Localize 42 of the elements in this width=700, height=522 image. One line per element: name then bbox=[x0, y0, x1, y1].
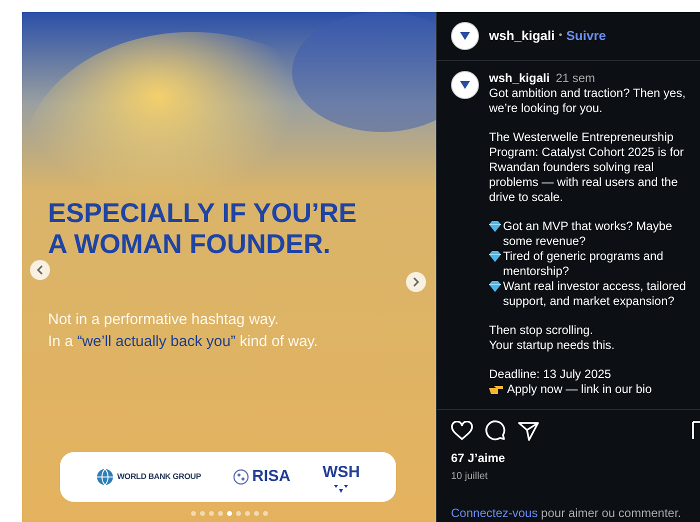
caption-text: Then stop scrolling. bbox=[489, 322, 594, 338]
username[interactable]: wsh_kigali bbox=[489, 70, 550, 86]
caption-text: Got an MVP that works? Maybe some revenue? bbox=[503, 218, 674, 249]
username[interactable]: wsh_kigali bbox=[489, 26, 555, 46]
caption-text: Deadline: 13 July 2025 bbox=[489, 366, 612, 382]
login-prompt: pour aimer ou commenter. bbox=[540, 506, 682, 520]
bookmark-icon[interactable] bbox=[692, 420, 700, 440]
network-icon bbox=[233, 469, 250, 485]
avatar[interactable] bbox=[451, 70, 479, 99]
login-link[interactable]: Connectez-vous bbox=[451, 506, 538, 520]
caption-text: The Westerwelle Entrepreneurship Program: Catalyst Cohort 2025 is for Rwandan founders solving real problems — with real users and the drive to scale. bbox=[489, 130, 685, 205]
triangle-icon bbox=[460, 80, 470, 89]
triangle-icon bbox=[334, 485, 348, 493]
gem-icon bbox=[489, 280, 501, 292]
separator-dot: • bbox=[558, 29, 562, 44]
send-icon[interactable] bbox=[518, 420, 539, 440]
subtitle-line: In a “we’ll actually back you” kind of way. bbox=[48, 332, 318, 352]
headline-line: ESPECIALLY IF YOU’RE bbox=[48, 198, 357, 229]
follow-link[interactable]: Suivre bbox=[566, 26, 606, 46]
triangle-icon bbox=[460, 32, 470, 40]
logo-text: WSH bbox=[322, 463, 360, 483]
pointing-hand-icon bbox=[489, 384, 503, 395]
logo-text: RISA bbox=[252, 467, 290, 487]
logo-text: WORLD BANK GROUP bbox=[117, 471, 201, 483]
globe-icon bbox=[96, 468, 114, 486]
subtitle-line: Not in a performative hashtag way. bbox=[48, 310, 280, 330]
caption-text: Want real investor access, tailored support, and market expansion? bbox=[503, 278, 686, 309]
like-count[interactable]: 67 J’aime bbox=[437, 449, 700, 467]
caption-text: Got ambition and traction? Then yes, we’re looking for you. bbox=[489, 86, 686, 116]
chevron-left-icon bbox=[36, 265, 44, 275]
caption-text: Apply now — link in our bio bbox=[507, 382, 652, 397]
gem-icon bbox=[489, 220, 501, 232]
chevron-right-icon bbox=[412, 277, 420, 287]
post-date: 10 juillet bbox=[450, 470, 489, 484]
caption-text: Your startup needs this. bbox=[489, 338, 616, 353]
caption-text: Tired of generic programs and mentorship? bbox=[503, 248, 664, 279]
headline-line: A WOMAN FOUNDER. bbox=[48, 229, 332, 260]
post-time: 21 sem bbox=[556, 70, 596, 86]
avatar[interactable] bbox=[451, 22, 479, 50]
gem-icon bbox=[489, 250, 501, 262]
comment-icon[interactable] bbox=[485, 420, 506, 441]
heart-icon[interactable] bbox=[451, 420, 473, 440]
